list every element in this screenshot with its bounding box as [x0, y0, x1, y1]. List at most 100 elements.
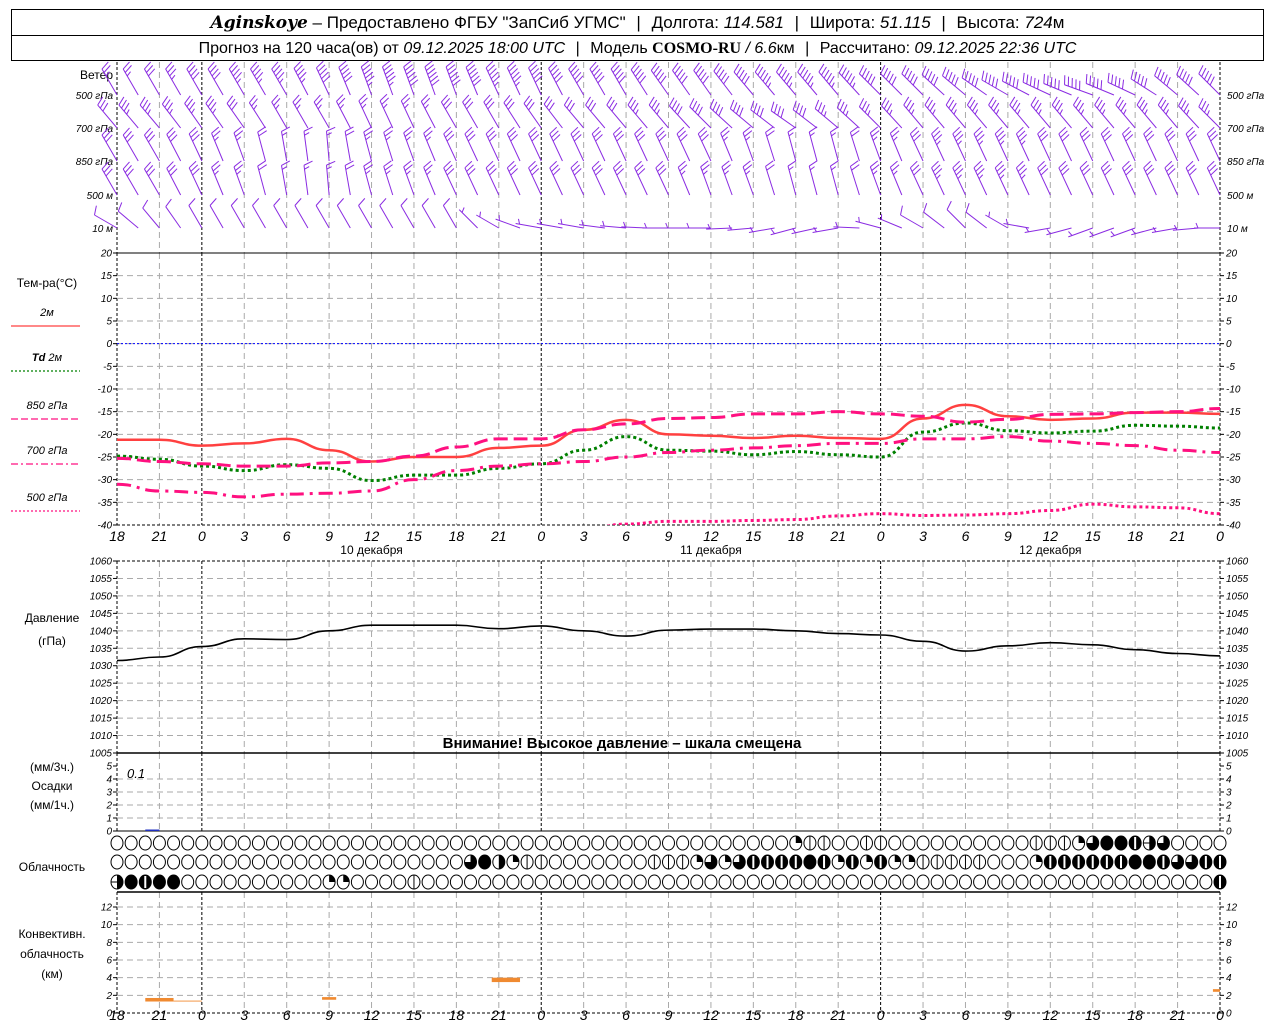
wind-barb-feather — [212, 130, 221, 138]
cloud-cover-symbol — [478, 874, 492, 890]
wind-barb — [1122, 126, 1136, 162]
cloud-cover-symbol — [591, 835, 605, 851]
cloud-cover-symbol — [379, 835, 393, 851]
wind-barb-feather — [804, 72, 811, 82]
wind-barb-feather — [988, 74, 992, 85]
wind-barb — [1154, 66, 1178, 96]
cloud-circle — [195, 874, 209, 890]
cloud-cover-symbol — [1156, 854, 1170, 870]
wind-barb — [1115, 96, 1136, 129]
cloud-cover-symbol — [845, 835, 859, 851]
cloud-cover-symbol — [958, 854, 972, 870]
wind-barb-staff — [787, 165, 797, 196]
wind-barb-staff — [776, 71, 797, 96]
y-tick-label: 0 — [106, 827, 112, 838]
cloud-circle — [1114, 874, 1128, 890]
wind-barb-staff — [424, 66, 436, 96]
cloud-circle — [421, 835, 435, 851]
cloud-circle — [973, 835, 987, 851]
cloud-fill — [478, 855, 491, 869]
wind-barb-feather — [946, 200, 952, 210]
y-tick-label-right: 1020 — [1226, 696, 1249, 707]
wind-barb — [589, 61, 606, 96]
wind-barb-feather — [468, 68, 477, 76]
wind-barb-feather — [823, 69, 830, 79]
wind-barb-staff — [383, 132, 394, 162]
wind-barb-feather — [905, 99, 912, 109]
wind-barb-feather — [528, 102, 535, 111]
cloud-circle — [676, 835, 690, 851]
wind-barb-feather — [1030, 96, 1037, 106]
cloud-cover-symbol — [407, 854, 421, 870]
wind-barb — [326, 160, 336, 196]
wind-barb-feather — [1099, 102, 1106, 112]
wind-barb — [676, 126, 691, 162]
wind-barb — [973, 126, 988, 162]
wind-barb-staff — [1115, 104, 1136, 129]
wind-barb — [570, 126, 585, 162]
wind-barb-feather — [1089, 75, 1092, 86]
cloud-circle — [407, 835, 421, 851]
cloud-cover-symbol — [718, 854, 732, 870]
wind-barb-half-feather — [581, 219, 584, 226]
wind-barb-feather — [404, 130, 413, 137]
wind-barb-half-feather — [365, 170, 371, 175]
cloud-cover-symbol — [1015, 854, 1029, 870]
cloud-circle — [563, 835, 577, 851]
wind-barb-staff — [1198, 106, 1221, 129]
cloud-circle — [888, 874, 902, 890]
cloud-cover-symbol — [859, 835, 873, 851]
wind-barb-feather — [403, 160, 412, 168]
x-tick-label: 15 — [406, 528, 422, 544]
cloud-cover-symbol — [817, 854, 831, 870]
wind-barb-feather — [720, 72, 727, 81]
wind-barb-feather — [383, 126, 392, 133]
wind-barb — [945, 96, 966, 129]
wind-barb-feather — [762, 72, 769, 82]
cloud-cover-symbol — [280, 874, 294, 890]
cloud-circle — [916, 835, 930, 851]
wind-barb — [476, 211, 500, 229]
wind-barb-feather — [142, 199, 149, 209]
cloud-cover-symbol — [520, 835, 534, 851]
y-tick-label: -30 — [98, 475, 113, 486]
wind-barb-feather — [281, 160, 291, 166]
wind-barb-half-feather — [656, 109, 660, 115]
wind-barb-feather — [924, 68, 930, 78]
wind-barb-feather — [523, 95, 531, 104]
wind-barb-half-feather — [872, 136, 878, 141]
wind-barb-feather — [1078, 102, 1084, 112]
cloud-circle — [223, 854, 237, 870]
wind-barb — [877, 214, 903, 229]
cloud-cover-symbol — [152, 835, 166, 851]
wind-barb-feather — [606, 96, 613, 106]
convective-panel: Конвективн. облачность (км) 18 21 0 3 6 9 12 15… — [18, 903, 1237, 1024]
wind-barb-feather — [382, 60, 391, 68]
wind-barb-staff — [1073, 104, 1094, 129]
wind-barb — [750, 100, 775, 129]
wind-barb — [570, 160, 585, 196]
wind-barb-feather — [1096, 78, 1099, 89]
cloud-cover-symbol — [195, 854, 209, 870]
wind-barb-half-feather — [767, 82, 772, 88]
cloud-circle — [167, 854, 181, 870]
wind-barb-feather — [948, 71, 953, 82]
wind-barb-feather — [776, 63, 782, 73]
wind-barb-staff — [184, 103, 203, 129]
wind-barb-feather — [363, 160, 372, 167]
wind-barb — [139, 96, 160, 129]
wind-barb-feather — [387, 75, 396, 83]
cloud-cover-symbol — [520, 874, 534, 890]
cloud-cover-symbol — [464, 835, 478, 851]
cloud-cover-symbol — [1043, 854, 1057, 870]
wind-barb-half-feather — [1059, 109, 1063, 115]
wind-barb-feather — [861, 67, 867, 77]
wind-barb-feather — [886, 103, 893, 113]
wind-barb — [634, 160, 648, 196]
wind-barb — [423, 126, 436, 162]
cloud-cover-symbol — [322, 835, 336, 851]
wind-barb-feather — [1139, 99, 1146, 109]
y-tick-label: 0 — [106, 1009, 112, 1020]
wind-barb — [1198, 98, 1221, 129]
wind-barb — [621, 221, 648, 229]
